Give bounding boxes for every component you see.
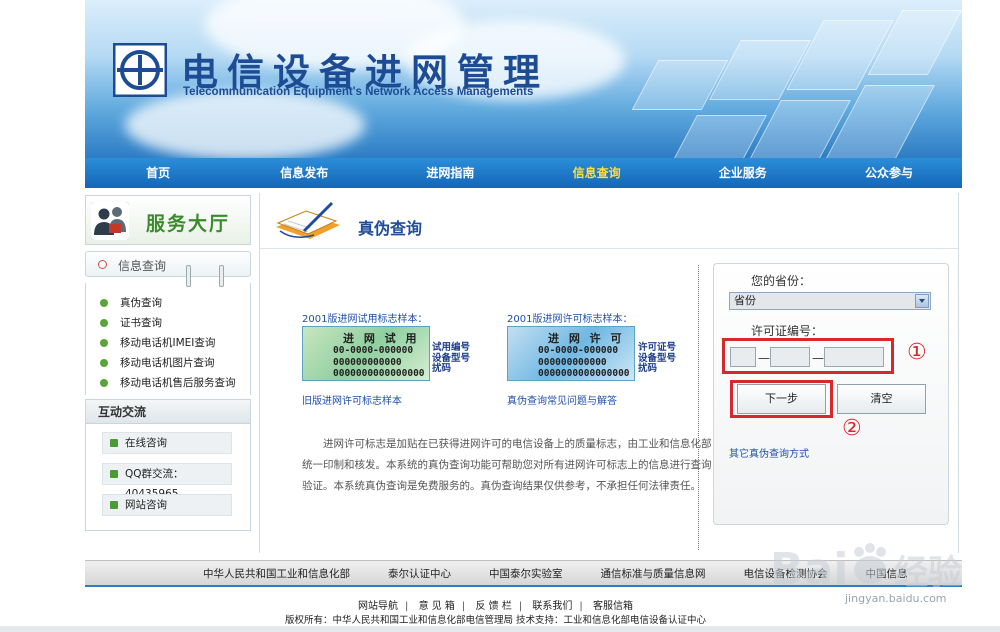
bullet-icon xyxy=(100,319,108,327)
online-consult-button[interactable]: 在线咨询 xyxy=(102,432,232,454)
footer-link-lab[interactable]: 中国泰尔实验室 xyxy=(489,566,563,581)
bullet-icon xyxy=(100,299,108,307)
main-nav: 首页 信息发布 进网指南 信息查询 企业服务 公众参与 xyxy=(85,158,962,188)
divider xyxy=(698,265,699,550)
license-label: 许可证编号： xyxy=(751,324,824,338)
sample2-callouts: 许可证号 设备型号 扰码 xyxy=(638,342,677,374)
footer-link-standards[interactable]: 通信标准与质量信息网 xyxy=(601,566,706,581)
watermark-brand-suffix: 经验 xyxy=(894,553,962,593)
interaction-panel: 互动交流 在线咨询 QQ群交流：40435965 网站咨询 xyxy=(85,399,251,531)
page: 电信设备进网管理 Telecommunication Equipment's N… xyxy=(0,0,1000,632)
watermark-url: jingyan.baidu.com xyxy=(845,592,947,605)
annotation-mark-2: ② xyxy=(842,416,862,441)
intro-text: 进网许可标志是加贴在已获得进网许可的电信设备上的质量标志，由工业和信息化部统一印… xyxy=(302,438,712,492)
sidebar-tab-label: 信息查询 xyxy=(118,259,167,273)
clear-button[interactable]: 清空 xyxy=(837,384,926,414)
annotation-mark-1: ① xyxy=(907,340,927,365)
chevron-down-icon xyxy=(915,294,929,308)
sample1-caption: 2001版进网试用标志样本： xyxy=(302,314,428,325)
copyright: 版权所有：中华人民共和国工业和信息化部电信管理局 技术支持：工业和信息化部电信设… xyxy=(285,615,707,626)
faq-link[interactable]: 真伪查询常见问题与解答 xyxy=(507,392,617,407)
bullet-icon xyxy=(98,260,107,269)
sample1-callouts: 试用编号 设备型号 扰码 xyxy=(432,342,471,374)
sample2-caption: 2001版进网许可标志样本： xyxy=(507,314,633,325)
sidebar-item-authenticity-query[interactable]: 真伪查询 xyxy=(100,293,250,313)
footer-link-tlc[interactable]: 泰尔认证中心 xyxy=(388,566,451,581)
footer-feedback-link[interactable]: 反 馈 栏 xyxy=(475,601,511,612)
page-title: 真伪查询 xyxy=(358,219,423,238)
province-label: 您的省份： xyxy=(751,274,812,288)
interaction-title: 互动交流 xyxy=(86,400,250,424)
pen-paper-icon xyxy=(276,201,340,239)
sidebar-item-certificate-query[interactable]: 证书查询 xyxy=(100,313,250,333)
service-hall-header: 服务大厅 xyxy=(85,195,251,245)
sidebar-item-imei-query[interactable]: 移动电话机IMEI查询 xyxy=(100,333,250,353)
nav-home[interactable]: 首页 xyxy=(85,158,231,188)
clip-icon xyxy=(219,265,224,287)
query-menu: 真伪查询 证书查询 移动电话机IMEI查询 移动电话机图片查询 移动电话机售后服… xyxy=(85,283,251,395)
sample-panel: 2001版进网试用标志样本： 进 网 试 用 00-0000-000000 00… xyxy=(280,263,712,553)
query-form: 您的省份： 省份 许可证编号： — — ① 下一步 清空 ② 其它真伪查询方式 xyxy=(713,263,949,525)
province-select[interactable]: 省份 xyxy=(729,292,931,310)
bullet-icon xyxy=(100,359,108,367)
footer-suggestion-link[interactable]: 意 见 箱 xyxy=(419,601,455,612)
nav-info-release[interactable]: 信息发布 xyxy=(231,158,377,188)
service-hall-title: 服务大厅 xyxy=(146,213,231,235)
sidebar-tab-info-query[interactable]: 信息查询 xyxy=(85,251,251,287)
bullet-icon xyxy=(110,439,118,447)
license-part1-input[interactable] xyxy=(730,347,756,367)
sidebar: 服务大厅 信息查询 真伪查询 证书查询 移动电话机IMEI查询 移动电话机图片查… xyxy=(85,195,251,531)
old-label-sample-link[interactable]: 旧版进网许可标志样本 xyxy=(302,392,402,407)
other-query-link[interactable]: 其它真伪查询方式 xyxy=(729,445,809,460)
footer-link-miit[interactable]: 中华人民共和国工业和信息化部 xyxy=(203,566,350,581)
bullet-icon xyxy=(100,339,108,347)
telecom-logo-icon xyxy=(113,43,167,97)
qq-group-button[interactable]: QQ群交流：40435965 xyxy=(102,463,232,500)
sidebar-item-aftersales-query[interactable]: 移动电话机售后服务查询 xyxy=(100,373,250,393)
license-label-sample-image: 进 网 许 可 00-0000-000000 000000000000 0000… xyxy=(507,326,635,381)
nav-enterprise-service[interactable]: 企业服务 xyxy=(670,158,816,188)
bullet-icon xyxy=(110,470,118,478)
license-part3-input[interactable] xyxy=(824,347,884,367)
nav-public-participation[interactable]: 公众参与 xyxy=(816,158,962,188)
nav-access-guide[interactable]: 进网指南 xyxy=(377,158,523,188)
site-subtitle: Telecommunication Equipment's Network Ac… xyxy=(183,86,534,98)
nav-info-query[interactable]: 信息查询 xyxy=(524,158,670,188)
site-consult-button[interactable]: 网站咨询 xyxy=(102,494,232,516)
main-header: 真伪查询 xyxy=(260,193,958,249)
footer-nav: 网站导航 | 意 见 箱 | 反 馈 栏 | 联系我们 | 客服信箱 xyxy=(358,601,633,612)
watermark-brand: Bai xyxy=(770,544,848,595)
clip-icon xyxy=(186,265,191,287)
license-highlight-box: — — xyxy=(722,338,894,374)
trial-label-sample-image: 进 网 试 用 00-0000-000000 000000000000 0000… xyxy=(302,326,430,381)
users-icon xyxy=(91,202,129,240)
sidebar-item-image-query[interactable]: 移动电话机图片查询 xyxy=(100,353,250,373)
main-content: 真伪查询 2001版进网试用标志样本： 进 网 试 用 00-0000-0000… xyxy=(259,193,959,553)
footer-site-nav-link[interactable]: 网站导航 xyxy=(358,601,398,612)
bullet-icon xyxy=(110,501,118,509)
bullet-icon xyxy=(100,379,108,387)
next-button[interactable]: 下一步 xyxy=(737,384,826,414)
footer-service-mail-link[interactable]: 客服信箱 xyxy=(593,601,633,612)
license-part2-input[interactable] xyxy=(770,347,810,367)
footer-contact-link[interactable]: 联系我们 xyxy=(532,601,572,612)
bottom-strip xyxy=(0,626,1000,632)
